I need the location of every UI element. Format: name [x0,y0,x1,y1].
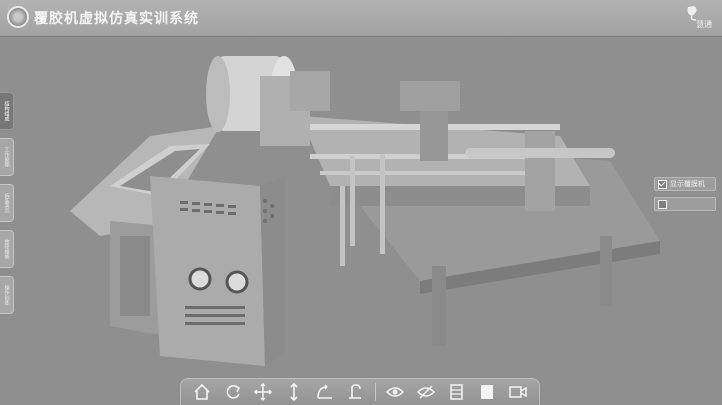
fill-button[interactable] [476,381,498,403]
panel-option[interactable] [654,197,716,211]
wave-button[interactable] [314,381,336,403]
show-machine-toggle[interactable]: 显示覆膜机 [654,177,716,191]
machine-leg [600,236,612,306]
view-toolbar [180,378,540,405]
pan-icon [254,382,273,402]
display-panel: 显示覆膜机 [654,177,716,217]
record-video-button[interactable] [507,381,529,403]
show-icon [386,387,405,397]
home-icon [194,383,210,400]
app-title: 覆胶机虚拟仿真实训系统 [34,11,199,27]
show-button[interactable] [384,381,406,403]
return-button[interactable] [344,381,366,403]
hide-icon [416,385,435,399]
zoom-icon [290,382,298,402]
copy-button[interactable] [445,381,467,403]
home-button[interactable] [191,381,213,403]
title-bar: 覆胶机虚拟仿真实训系统 慧通 [0,0,722,37]
output-shaft [465,148,615,158]
return-icon [349,384,362,399]
end-housing [525,131,555,211]
show-machine-label: 显示覆膜机 [670,180,705,188]
checkbox[interactable] [658,179,667,189]
pressure-gauge-icon [188,267,212,291]
checkbox[interactable] [658,199,667,209]
machine-3d-viewport[interactable] [0,36,722,371]
machine-leg [432,266,446,346]
toolbar-divider [374,383,376,401]
zoom-button[interactable] [283,381,305,403]
brand-text: 慧通 [696,20,712,29]
rotate-button[interactable] [222,381,244,403]
app-logo-icon [7,6,29,28]
upper-housing [400,81,460,111]
pressure-gauge-icon [225,270,249,294]
wave-icon [316,384,332,399]
hide-button[interactable] [415,381,437,403]
rotate-icon [226,385,240,399]
fill-icon [481,385,494,399]
pan-button[interactable] [252,381,274,403]
video-icon [508,386,527,398]
copy-icon [450,384,464,400]
